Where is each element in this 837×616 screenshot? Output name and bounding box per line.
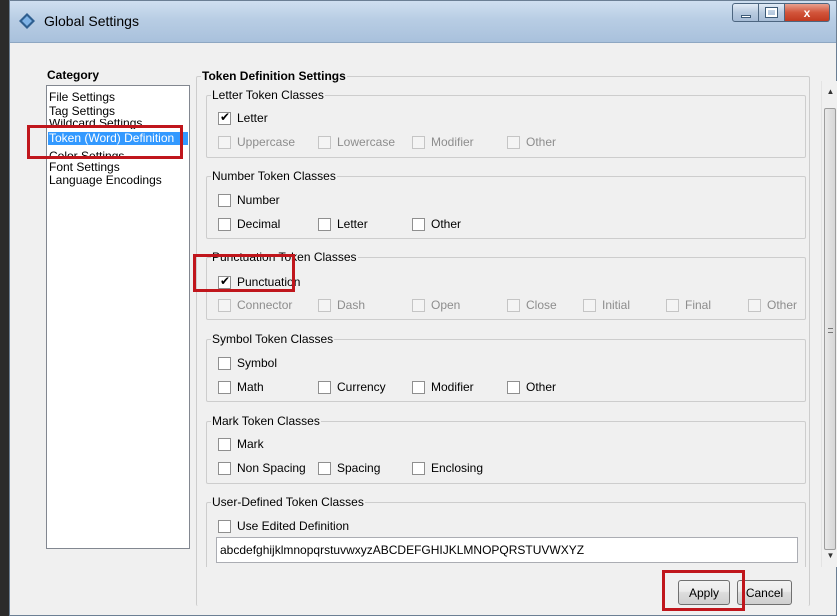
letter-token-classes-group: Letter Token Classes [206, 88, 806, 158]
open-checkbox[interactable]: Open [412, 298, 460, 312]
category-item-file-settings[interactable]: File Settings [48, 91, 116, 104]
title-bar[interactable]: Global Settings x [10, 1, 836, 43]
minimize-button[interactable] [732, 3, 759, 22]
scroll-up-icon[interactable]: ▲ [822, 83, 837, 100]
math-checkbox[interactable]: Math [218, 380, 264, 394]
symbol-modifier-checkbox[interactable]: Modifier [412, 380, 474, 394]
mark-checkbox[interactable]: Mark [218, 437, 264, 451]
close-checkbox[interactable]: Close [507, 298, 557, 312]
vertical-scrollbar[interactable]: ▲ ▼ [821, 81, 837, 567]
final-checkbox[interactable]: Final [666, 298, 711, 312]
initial-checkbox[interactable]: Initial [583, 298, 630, 312]
non-spacing-checkbox[interactable]: Non Spacing [218, 461, 306, 475]
punctuation-other-checkbox[interactable]: Other [748, 298, 797, 312]
category-item-language-encodings[interactable]: Language Encodings [48, 174, 163, 187]
category-label: Category [47, 68, 100, 82]
user-defined-token-classes-title: User-Defined Token Classes [211, 495, 365, 509]
grip-icon [828, 328, 833, 333]
minimize-icon [740, 14, 751, 18]
dash-checkbox[interactable]: Dash [318, 298, 365, 312]
global-settings-window: Global Settings x Category File Settings… [9, 0, 837, 616]
category-item-wildcard-settings[interactable]: Wildcard Settings [48, 119, 143, 129]
checkbox-checked-icon [218, 110, 231, 125]
letter-modifier-checkbox[interactable]: Modifier [412, 135, 474, 149]
user-defined-definition-field[interactable]: abcdefghijklmnopqrstuvwxyzABCDEFGHIJKLMN… [216, 537, 798, 563]
apply-button[interactable]: Apply [678, 580, 730, 605]
symbol-other-checkbox[interactable]: Other [507, 380, 556, 394]
checkbox-checked-icon [218, 274, 231, 289]
cancel-button[interactable]: Cancel [737, 580, 792, 605]
lowercase-checkbox[interactable]: Lowercase [318, 135, 395, 149]
connector-checkbox[interactable]: Connector [218, 298, 292, 312]
category-item-color-settings[interactable]: Color Settings [48, 146, 125, 158]
symbol-token-classes-title: Symbol Token Classes [211, 332, 335, 346]
enclosing-checkbox[interactable]: Enclosing [412, 461, 483, 475]
letter-other-checkbox[interactable]: Other [507, 135, 556, 149]
symbol-token-classes-group: Symbol Token Classes [206, 332, 806, 402]
settings-scroll-area[interactable]: Letter Token Classes Letter Uppercase Lo… [206, 81, 830, 567]
mark-token-classes-title: Mark Token Classes [211, 414, 321, 428]
use-edited-definition-checkbox[interactable]: Use Edited Definition [218, 519, 349, 533]
letter-checkbox[interactable]: Letter [218, 110, 268, 125]
number-token-classes-group: Number Token Classes [206, 169, 806, 239]
letter-token-classes-title: Letter Token Classes [211, 88, 325, 102]
app-logo-icon [19, 13, 35, 29]
uppercase-checkbox[interactable]: Uppercase [218, 135, 295, 149]
close-icon: x [803, 5, 811, 20]
decimal-checkbox[interactable]: Decimal [218, 217, 280, 231]
category-item-tag-settings[interactable]: Tag Settings [48, 105, 116, 118]
close-button[interactable]: x [785, 3, 830, 22]
scroll-down-icon[interactable]: ▼ [822, 547, 837, 564]
number-checkbox[interactable]: Number [218, 193, 280, 207]
category-list[interactable]: File Settings Tag Settings Wildcard Sett… [46, 85, 190, 549]
scrollbar-thumb[interactable] [824, 108, 836, 550]
symbol-checkbox[interactable]: Symbol [218, 356, 277, 370]
spacing-checkbox[interactable]: Spacing [318, 461, 380, 475]
window-title: Global Settings [44, 13, 139, 29]
category-item-token-definition[interactable]: Token (Word) Definition [48, 132, 188, 145]
currency-checkbox[interactable]: Currency [318, 380, 386, 394]
punctuation-token-classes-title: Punctuation Token Classes [211, 250, 358, 264]
maximize-button[interactable] [759, 3, 785, 22]
number-other-checkbox[interactable]: Other [412, 217, 461, 231]
number-letter-checkbox[interactable]: Letter [318, 217, 368, 231]
punctuation-checkbox[interactable]: Punctuation [218, 274, 300, 289]
number-token-classes-title: Number Token Classes [211, 169, 337, 183]
maximize-icon [765, 7, 778, 18]
window-controls: x [732, 3, 830, 23]
